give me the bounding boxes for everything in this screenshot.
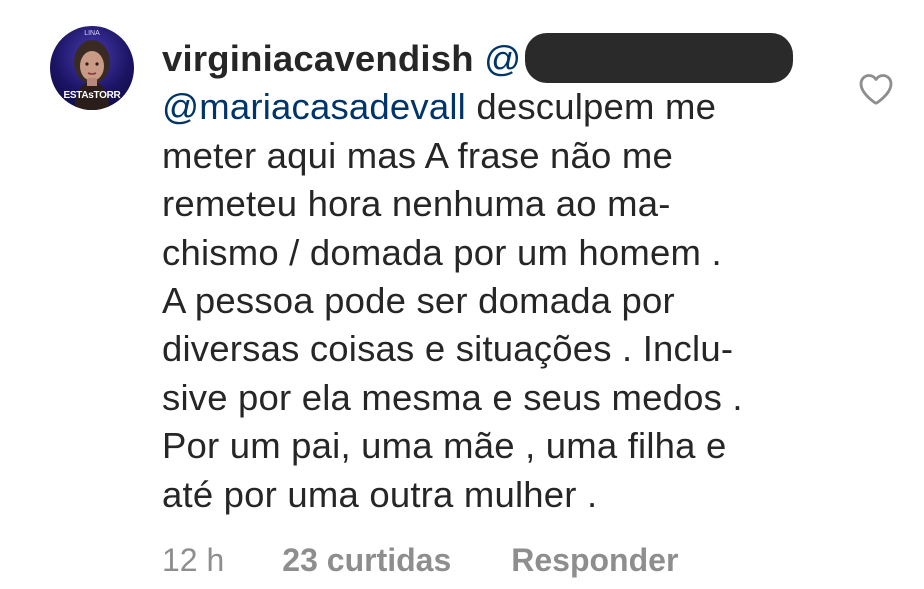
avatar-caption-top: LINA	[84, 30, 100, 37]
comment-line: remeteu hora nenhuma ao ma-	[162, 183, 671, 225]
comment-line: A pessoa pode ser domada por	[162, 280, 675, 322]
comment-line: meter aqui mas A frase não me	[162, 134, 673, 176]
comment-header-line: virginiacavendish @	[162, 33, 832, 83]
reply-button[interactable]: Responder	[511, 542, 678, 578]
likes-count-link[interactable]: 23 curtidas	[282, 542, 451, 578]
avatar[interactable]: LINA ESTAsTORR	[50, 26, 134, 110]
comment-username[interactable]: virginiacavendish	[162, 38, 474, 79]
comment-line: até por uma outra mulher .	[162, 473, 598, 515]
comment-line: sive por ela mesma e seus medos .	[162, 376, 743, 418]
comment-body: virginiacavendish @ @mariacasadevall des…	[162, 33, 832, 519]
comment-meta: 12 h 23 curtidas Responder	[162, 542, 678, 579]
redacted-mention-prefix: @	[484, 38, 522, 79]
comment-timestamp: 12 h	[162, 542, 225, 578]
avatar-caption: ESTAsTORR	[63, 90, 121, 101]
redaction-block	[525, 33, 794, 83]
comment-line: @mariacasadevall desculpem me	[162, 83, 832, 131]
heart-outline-icon[interactable]	[858, 72, 894, 106]
comment-line: chismo / domada por um homem .	[162, 231, 722, 273]
comment-text: desculpem me	[466, 86, 717, 128]
reply-mention-link[interactable]: @mariacasadevall	[162, 86, 466, 127]
comment-line: Por um pai, uma mãe , uma filha e	[162, 425, 727, 467]
comment-line: diversas coisas e situações . Inclu-	[162, 328, 734, 370]
